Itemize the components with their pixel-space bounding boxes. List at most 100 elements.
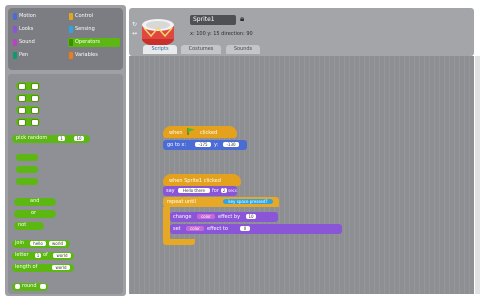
number-slot[interactable] <box>18 83 26 90</box>
number-slot[interactable] <box>18 107 26 114</box>
category-sound[interactable]: Sound <box>12 38 64 47</box>
green-flag-icon <box>187 128 196 135</box>
number-slot[interactable] <box>15 284 20 289</box>
repeat-until-end <box>163 239 195 245</box>
category-looks[interactable]: Looks <box>12 25 64 34</box>
block-label: effect by <box>218 214 241 220</box>
text-slot[interactable]: hello <box>30 241 46 246</box>
sprite-position-readout: x: 100 y: 15 direction: 90 <box>190 31 253 37</box>
condition-input[interactable]: key space pressed? <box>223 199 273 204</box>
number-slot[interactable] <box>31 83 39 90</box>
block-label: for <box>212 188 219 194</box>
effect-amount-input[interactable]: 10 <box>246 214 256 219</box>
number-slot[interactable] <box>40 284 46 289</box>
block-label: join <box>15 240 25 246</box>
divide-block[interactable] <box>16 118 40 126</box>
subtract-block[interactable] <box>16 94 40 102</box>
lock-icon[interactable]: 🔒︎ <box>240 14 249 24</box>
or-block[interactable]: or <box>14 210 56 218</box>
category-swatch <box>13 26 17 33</box>
category-label: Operators <box>75 39 100 45</box>
pick-random-block[interactable]: pick random 1 10 <box>12 135 90 143</box>
sprite-costume-icon <box>142 19 174 46</box>
repeat-until-arm <box>163 207 170 239</box>
tab-costumes[interactable]: Costumes <box>181 45 221 54</box>
tab-sounds[interactable]: Sounds <box>226 45 260 54</box>
text-slot[interactable]: world <box>52 265 70 270</box>
block-palette: pick random 1 10 and or not join hello w… <box>8 74 123 294</box>
category-variables[interactable]: Variables <box>68 51 120 60</box>
sprite-name-field[interactable]: Sprite1 <box>190 15 236 25</box>
block-label: say <box>166 188 175 194</box>
y-input[interactable]: -130 <box>223 142 239 147</box>
sprite-thumbnail <box>139 15 177 47</box>
block-label: repeat until <box>167 199 196 205</box>
tab-scripts[interactable]: Scripts <box>143 45 177 54</box>
and-block[interactable]: and <box>14 198 56 206</box>
category-control[interactable]: Control <box>68 12 120 21</box>
category-swatch <box>69 13 73 20</box>
category-selector: Motion Control Looks Sensing Sound Opera… <box>8 8 123 70</box>
effect-dropdown[interactable]: color <box>197 214 215 219</box>
number-slot[interactable] <box>18 119 26 126</box>
text-slot[interactable]: world <box>49 241 66 246</box>
vertical-scrollbar[interactable] <box>475 56 480 294</box>
category-label: Control <box>75 13 94 19</box>
block-label: or <box>31 210 37 216</box>
block-label: pick random <box>16 135 48 141</box>
block-label: clicked <box>200 130 218 136</box>
number-slot[interactable] <box>31 107 39 114</box>
block-label: letter <box>15 252 29 258</box>
block-label: y: <box>214 142 219 148</box>
change-effect-block[interactable]: change color effect by 10 <box>170 212 278 222</box>
round-block[interactable]: round <box>12 283 48 291</box>
go-to-xy-block[interactable]: go to x: -175 y: -130 <box>163 140 247 150</box>
add-block[interactable] <box>16 82 40 90</box>
category-sensing[interactable]: Sensing <box>68 25 120 34</box>
block-label: when <box>169 130 183 136</box>
say-for-secs-block[interactable]: say Hello there for 2 secs <box>163 186 237 196</box>
less-than-block[interactable] <box>16 154 38 161</box>
set-effect-block[interactable]: set color effect to 0 <box>170 224 342 234</box>
letter-of-block[interactable]: letter 1 of world <box>12 252 74 260</box>
equals-block[interactable] <box>16 166 38 173</box>
when-flag-clicked-block[interactable]: when clicked <box>163 126 237 138</box>
effect-value-input[interactable]: 0 <box>240 226 250 231</box>
number-slot[interactable]: 1 <box>58 136 65 141</box>
join-block[interactable]: join hello world <box>12 240 70 248</box>
length-of-block[interactable]: length of world <box>12 264 74 272</box>
category-label: Sound <box>19 39 35 45</box>
number-slot[interactable] <box>18 95 26 102</box>
multiply-block[interactable] <box>16 106 40 114</box>
block-label: not <box>18 222 27 228</box>
block-label: of <box>43 252 48 258</box>
not-block[interactable]: not <box>14 222 44 230</box>
number-slot[interactable] <box>31 95 39 102</box>
category-motion[interactable]: Motion <box>12 12 64 21</box>
effect-dropdown[interactable]: color <box>186 226 204 231</box>
category-operators[interactable]: Operators <box>68 38 120 47</box>
block-label: when Sprite1 clicked <box>169 178 221 184</box>
block-label: length of <box>15 264 38 270</box>
x-input[interactable]: -175 <box>195 142 211 147</box>
block-label: round <box>22 283 37 289</box>
when-sprite-clicked-block[interactable]: when Sprite1 clicked <box>163 174 241 186</box>
category-swatch <box>69 39 73 46</box>
number-slot[interactable]: 10 <box>74 136 84 141</box>
rotate-icon[interactable]: ↻ <box>131 20 138 29</box>
category-swatch <box>13 13 17 20</box>
flip-icon[interactable]: ↔ <box>131 29 138 38</box>
category-pen[interactable]: Pen <box>12 51 64 60</box>
say-text-input[interactable]: Hello there <box>178 188 210 193</box>
block-label: set <box>173 226 181 232</box>
category-label: Pen <box>19 52 29 58</box>
category-swatch <box>69 52 73 59</box>
category-swatch <box>13 52 17 59</box>
secs-input[interactable]: 2 <box>221 188 227 193</box>
number-slot[interactable]: 1 <box>35 253 41 258</box>
repeat-until-block[interactable]: repeat until key space pressed? <box>163 197 279 207</box>
category-label: Sensing <box>75 26 95 32</box>
text-slot[interactable]: world <box>53 253 71 258</box>
number-slot[interactable] <box>31 119 39 126</box>
greater-than-block[interactable] <box>16 178 38 185</box>
